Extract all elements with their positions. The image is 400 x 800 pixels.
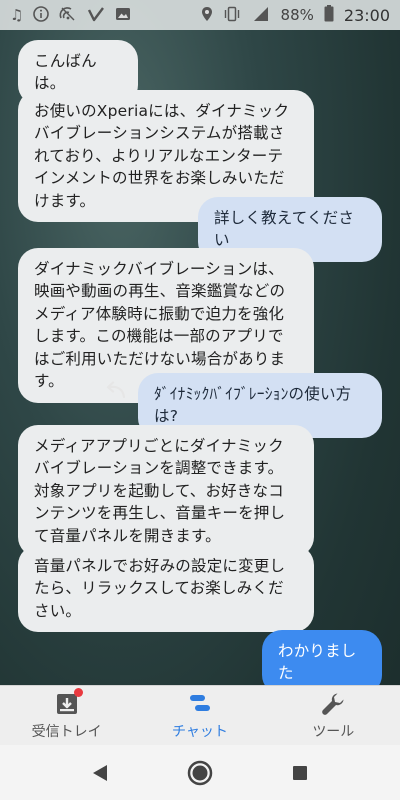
tab-tools[interactable]: ツール (267, 686, 400, 745)
inbox-icon (54, 687, 83, 717)
battery-icon (324, 5, 334, 25)
wrench-icon (320, 691, 346, 717)
tab-inbox[interactable]: 受信トレイ (0, 686, 133, 745)
recents-icon[interactable] (285, 758, 315, 788)
vibrate-icon (223, 6, 241, 25)
status-bar: ♫ 88% 23:00 (0, 0, 400, 30)
tab-label: ツール (312, 723, 355, 740)
tab-label: チャット (172, 723, 228, 740)
status-icons-right: 88% 23:00 (201, 5, 390, 25)
bot-message: 音量パネルでお好みの設定に変更したら、リラックスしてお楽しみください。 (18, 545, 314, 633)
info-icon (33, 5, 50, 25)
chat-thread[interactable]: こんばんは。 お使いのXperiaには、ダイナミックバイブレーションシステムが搭… (0, 30, 400, 695)
tab-label: 受信トレイ (31, 723, 102, 740)
location-icon (201, 6, 213, 25)
image-icon (115, 6, 131, 25)
back-icon[interactable] (85, 758, 115, 788)
status-icons-left: ♫ (10, 5, 131, 25)
chat-icon (187, 691, 213, 717)
notification-badge (73, 687, 83, 697)
battery-percentage: 88% (280, 6, 314, 24)
vpn-icon (59, 6, 77, 25)
signal-v-icon (87, 6, 105, 25)
resend-icon[interactable] (104, 380, 128, 407)
home-icon[interactable] (185, 758, 215, 788)
cellular-4g-icon (251, 6, 271, 25)
bottom-tab-bar: 受信トレイ チャット ツール (0, 685, 400, 745)
tab-chat[interactable]: チャット (133, 686, 266, 745)
bot-message: メディアアプリごとにダイナミックバイブレーションを調整できます。対象アプリを起動… (18, 425, 314, 558)
system-nav-bar (0, 745, 400, 800)
status-time: 23:00 (343, 5, 390, 25)
music-note-icon: ♫ (10, 5, 24, 24)
